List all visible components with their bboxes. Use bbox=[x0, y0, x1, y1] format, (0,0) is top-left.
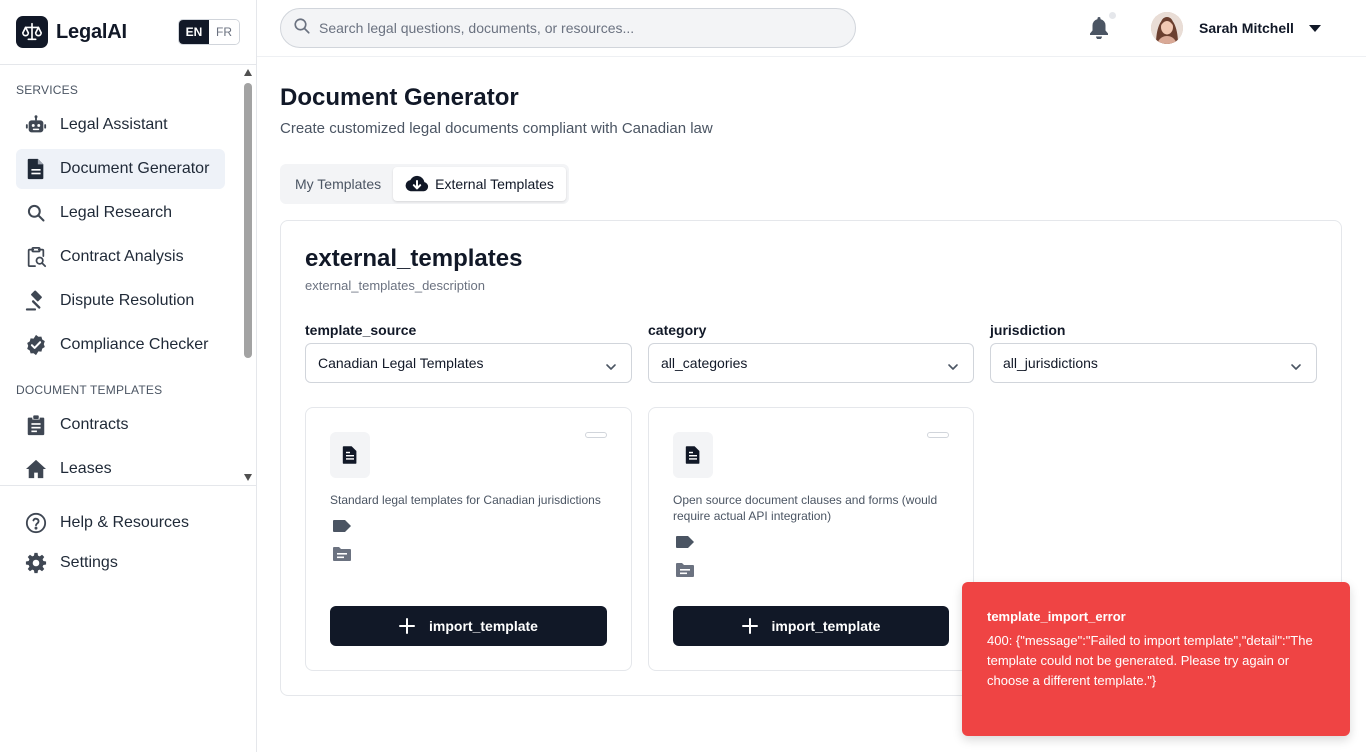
card-description: Open source document clauses and forms (… bbox=[673, 493, 938, 523]
panel-title: external_templates bbox=[305, 245, 523, 272]
user-name[interactable]: Sarah Mitchell bbox=[1199, 20, 1294, 36]
template-card: Open source document clauses and forms (… bbox=[648, 407, 974, 671]
import-template-button[interactable]: import_template bbox=[330, 606, 607, 646]
sidebar-item-label: Help & Resources bbox=[60, 514, 189, 531]
plus-icon bbox=[741, 618, 758, 634]
language-fr[interactable]: FR bbox=[209, 20, 239, 44]
bell-icon[interactable] bbox=[1087, 16, 1111, 40]
page-subtitle: Create customized legal documents compli… bbox=[280, 120, 713, 137]
card-description: Standard legal templates for Canadian ju… bbox=[330, 493, 601, 507]
sidebar-item-label: Legal Assistant bbox=[60, 116, 168, 133]
category-label: category bbox=[648, 322, 707, 338]
section-label-services: SERVICES bbox=[16, 83, 79, 97]
clipboard-list-icon bbox=[24, 413, 48, 437]
toast-message: 400: {"message":"Failed to import templa… bbox=[987, 633, 1313, 688]
brand-name: LegalAI bbox=[56, 20, 127, 43]
chevron-down-icon bbox=[1290, 358, 1302, 374]
file-text-icon bbox=[330, 432, 370, 478]
template-source-select[interactable]: Canadian Legal Templates bbox=[305, 343, 632, 383]
sidebar: LegalAI EN FR SERVICES Legal Assistant D… bbox=[0, 0, 257, 752]
page-title: Document Generator bbox=[280, 84, 519, 111]
chevron-down-icon bbox=[947, 358, 959, 374]
tab-my-templates[interactable]: My Templates bbox=[283, 167, 393, 201]
badge-check-icon bbox=[24, 333, 48, 357]
tab-label: External Templates bbox=[435, 176, 554, 192]
robot-icon bbox=[24, 113, 48, 137]
sidebar-item-legal-research[interactable]: Legal Research bbox=[16, 193, 225, 233]
chevron-down-icon bbox=[605, 358, 617, 374]
scroll-up-arrow-icon[interactable] bbox=[244, 69, 252, 76]
language-toggle: EN FR bbox=[178, 19, 240, 45]
scroll-down-arrow-icon[interactable] bbox=[244, 474, 252, 481]
sidebar-item-label: Contracts bbox=[60, 416, 129, 433]
template-source-label: template_source bbox=[305, 322, 417, 338]
sidebar-nav: SERVICES Legal Assistant Document Genera… bbox=[0, 65, 256, 485]
tag-icon bbox=[675, 534, 695, 550]
sidebar-item-label: Leases bbox=[60, 460, 112, 477]
button-label: import_template bbox=[771, 618, 881, 634]
tab-label: My Templates bbox=[295, 176, 382, 192]
jurisdiction-label: jurisdiction bbox=[990, 322, 1066, 338]
search-input[interactable] bbox=[319, 20, 839, 36]
sidebar-item-legal-assistant[interactable]: Legal Assistant bbox=[16, 105, 225, 145]
search-bar[interactable] bbox=[280, 8, 856, 48]
sidebar-item-label: Dispute Resolution bbox=[60, 292, 195, 309]
clipboard-search-icon bbox=[24, 245, 48, 269]
import-template-button[interactable]: import_template bbox=[673, 606, 949, 646]
tab-external-templates[interactable]: External Templates bbox=[393, 167, 566, 201]
folder-icon bbox=[675, 562, 695, 578]
select-value: Canadian Legal Templates bbox=[318, 355, 484, 371]
sidebar-item-help-resources[interactable]: Help & Resources bbox=[16, 503, 225, 543]
template-tabs: My Templates External Templates bbox=[280, 164, 569, 204]
search-icon bbox=[24, 201, 48, 225]
sidebar-item-contracts[interactable]: Contracts bbox=[16, 405, 225, 445]
sidebar-item-document-generator[interactable]: Document Generator bbox=[16, 149, 225, 189]
notification-dot bbox=[1109, 12, 1116, 19]
select-value: all_jurisdictions bbox=[1003, 355, 1098, 371]
toast-title: template_import_error bbox=[987, 609, 1126, 624]
sidebar-scrollbar[interactable] bbox=[241, 66, 255, 484]
search-icon bbox=[293, 17, 311, 40]
scales-icon bbox=[16, 16, 48, 48]
sidebar-item-contract-analysis[interactable]: Contract Analysis bbox=[16, 237, 225, 277]
panel-description: external_templates_description bbox=[305, 278, 485, 293]
sidebar-item-dispute-resolution[interactable]: Dispute Resolution bbox=[16, 281, 225, 321]
section-label-document-templates: DOCUMENT TEMPLATES bbox=[16, 383, 163, 397]
folder-icon bbox=[332, 546, 352, 562]
tag-icon bbox=[332, 518, 352, 534]
avatar[interactable] bbox=[1151, 12, 1183, 44]
divider bbox=[0, 485, 256, 486]
button-label: import_template bbox=[429, 618, 538, 634]
error-toast[interactable]: template_import_error 400: {"message":"F… bbox=[962, 582, 1350, 736]
sidebar-item-leases[interactable]: Leases bbox=[16, 449, 225, 485]
template-card: Standard legal templates for Canadian ju… bbox=[305, 407, 632, 671]
help-circle-icon bbox=[24, 511, 48, 535]
sidebar-item-label: Contract Analysis bbox=[60, 248, 184, 265]
top-header: Sarah Mitchell bbox=[257, 0, 1366, 57]
sidebar-item-label: Compliance Checker bbox=[60, 336, 209, 353]
jurisdiction-select[interactable]: all_jurisdictions bbox=[990, 343, 1317, 383]
file-text-icon bbox=[673, 432, 713, 478]
sidebar-item-settings[interactable]: Settings bbox=[16, 543, 225, 583]
gavel-icon bbox=[24, 289, 48, 313]
select-value: all_categories bbox=[661, 355, 748, 371]
language-en[interactable]: EN bbox=[179, 20, 209, 44]
home-icon bbox=[24, 457, 48, 481]
sidebar-item-label: Settings bbox=[60, 554, 118, 571]
scroll-thumb[interactable] bbox=[244, 83, 252, 358]
sidebar-item-label: Document Generator bbox=[60, 160, 210, 177]
brand[interactable]: LegalAI bbox=[16, 16, 127, 48]
sidebar-item-compliance-checker[interactable]: Compliance Checker bbox=[16, 325, 225, 365]
cloud-download-icon bbox=[405, 175, 429, 193]
status-badge bbox=[927, 432, 949, 438]
gear-icon bbox=[24, 551, 48, 575]
plus-icon bbox=[399, 618, 416, 634]
category-select[interactable]: all_categories bbox=[648, 343, 974, 383]
status-badge bbox=[585, 432, 607, 438]
file-text-icon bbox=[24, 157, 48, 181]
sidebar-item-label: Legal Research bbox=[60, 204, 173, 221]
chevron-down-icon[interactable] bbox=[1309, 25, 1321, 32]
